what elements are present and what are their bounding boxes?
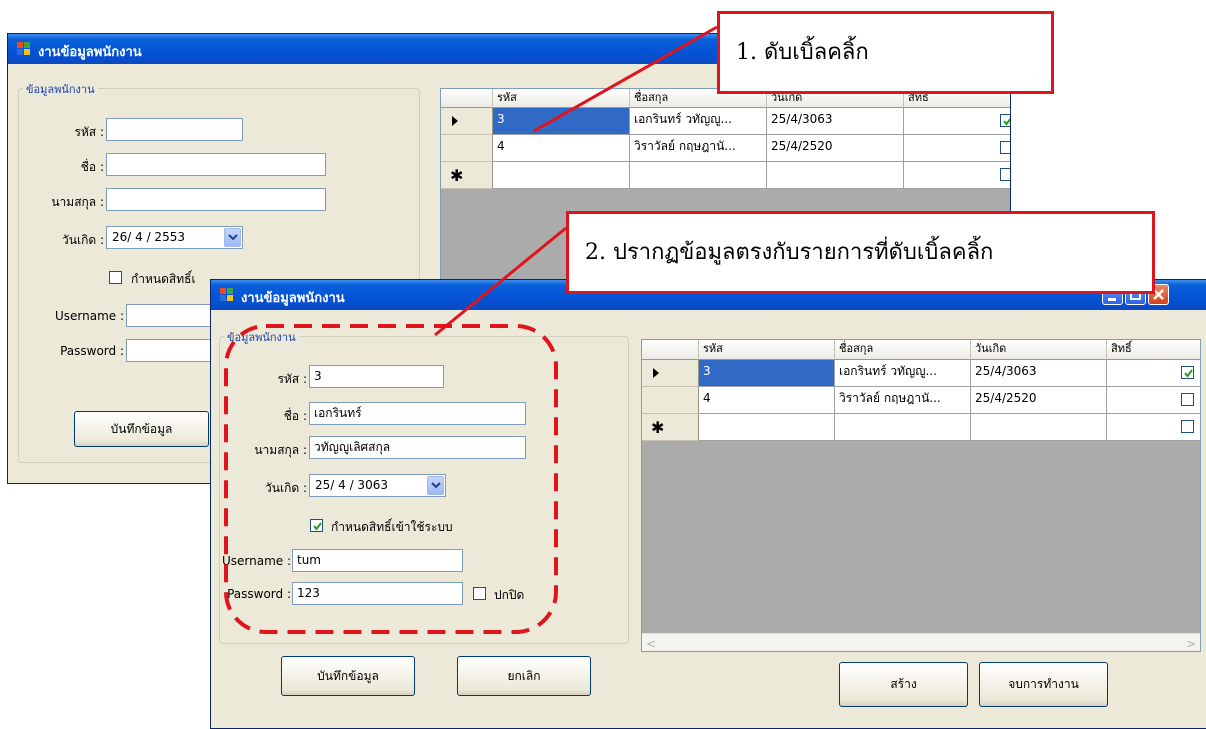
grid-cell-id[interactable]: 4	[493, 135, 630, 162]
grid-cell-right[interactable]	[1107, 360, 1200, 387]
grid-cell-name[interactable]: วิราวัลย์ กฤษฎานั...	[835, 387, 971, 414]
scroll-left-icon[interactable]: <	[646, 637, 656, 651]
grid-header-id[interactable]: รหัส	[699, 340, 835, 360]
grid-new-cell[interactable]	[767, 162, 904, 189]
window-title: งานข้อมูลพนักงาน	[241, 291, 345, 306]
grid-cell-id[interactable]: 4	[699, 387, 835, 414]
scroll-right-icon[interactable]: >	[1186, 637, 1196, 651]
grid-header-right[interactable]: สิทธิ์	[1107, 340, 1200, 360]
row-header-current[interactable]	[441, 108, 493, 135]
grid-new-cell[interactable]	[493, 162, 630, 189]
birthdate-value: 25/ 4 / 3063	[315, 478, 388, 492]
id-field[interactable]: 3	[309, 365, 444, 388]
grid-new-cell[interactable]	[971, 414, 1107, 441]
birthdate-picker[interactable]: 26/ 4 / 2553	[106, 226, 243, 249]
app-icon	[17, 42, 32, 56]
name-label: ชื่อ :	[283, 409, 307, 423]
grid-header-name[interactable]: ชื่อสกุล	[835, 340, 971, 360]
grid-header-birth[interactable]: วันเกิด	[971, 340, 1107, 360]
hide-password-label: ปกปิด	[494, 588, 525, 602]
callout-2: 2. ปรากฏข้อมูลตรงกับรายการที่ดับเบิ้ลคลิ…	[566, 211, 1155, 294]
hide-password-checkbox[interactable]	[473, 587, 486, 600]
username-field[interactable]	[126, 304, 216, 327]
save-button[interactable]: บันทึกข้อมูล	[281, 656, 415, 696]
grid-new-cell[interactable]	[699, 414, 835, 441]
cancel-button[interactable]: ยกเลิก	[457, 656, 591, 696]
name-field[interactable]	[106, 153, 326, 176]
username-label: Username :	[54, 309, 124, 323]
grid-cell-birth[interactable]: 25/4/3063	[971, 360, 1107, 387]
username-label: Username :	[221, 554, 291, 568]
surname-field[interactable]	[106, 188, 326, 211]
exit-button[interactable]: จบการทำงาน	[979, 662, 1108, 707]
id-field[interactable]	[106, 118, 243, 141]
surname-field[interactable]: วทัญญูเลิศสกุล	[309, 436, 526, 459]
grid-cell-name[interactable]: วิราวัลย์ กฤษฎานั...	[630, 135, 767, 162]
grid-right-checkbox[interactable]	[1181, 366, 1194, 379]
grid-header-id[interactable]: รหัส	[493, 89, 630, 108]
grid-right-checkbox[interactable]	[1000, 141, 1010, 154]
grid-cell-right[interactable]	[904, 135, 1010, 162]
group-title: ข้อมูลพนักงาน	[224, 328, 299, 346]
new-row-asterisk-icon: ✱	[651, 418, 665, 437]
grid-new-cell[interactable]	[1107, 414, 1200, 441]
grid-right-checkbox[interactable]	[1000, 168, 1010, 181]
new-row-header[interactable]: ✱	[642, 414, 699, 441]
grid-cell-birth[interactable]: 25/4/2520	[767, 135, 904, 162]
current-row-arrow-icon	[653, 368, 659, 378]
grid-right-checkbox[interactable]	[1181, 393, 1194, 406]
new-row-header[interactable]: ✱	[441, 162, 493, 189]
birthdate-picker[interactable]: 25/ 4 / 3063	[309, 474, 446, 497]
dropdown-arrow-icon[interactable]	[224, 228, 241, 247]
birthdate-label: วันเกิด :	[62, 233, 104, 247]
id-label: รหัส :	[277, 372, 307, 386]
grid-new-cell[interactable]	[904, 162, 1010, 189]
birthdate-label: วันเกิด :	[265, 481, 307, 495]
id-label: รหัส :	[74, 125, 104, 139]
username-field[interactable]: tum	[292, 549, 463, 572]
grid-cell-id[interactable]: 3	[493, 108, 630, 135]
rights-checkbox-label: กำหนดสิทธิ์เ	[131, 272, 196, 286]
password-field[interactable]: 123	[292, 582, 463, 605]
employee-grid[interactable]: รหัส ชื่อสกุล วันเกิด สิทธิ์ 3 เอกรินทร์…	[641, 339, 1201, 652]
grid-cell-right[interactable]	[904, 108, 1010, 135]
grid-cell-birth[interactable]: 25/4/3063	[767, 108, 904, 135]
callout-1: 1. ดับเบิ้ลคลิ้ก	[717, 11, 1054, 94]
app-icon	[220, 288, 235, 302]
password-label: Password :	[227, 587, 291, 601]
grid-cell-name[interactable]: เอกรินทร์ วทัญญู...	[835, 360, 971, 387]
birthdate-value: 26/ 4 / 2553	[112, 230, 185, 244]
grid-corner-header	[441, 89, 493, 108]
window-title: งานข้อมูลพนักงาน	[38, 45, 142, 60]
grid-right-checkbox[interactable]	[1181, 420, 1194, 433]
grid-corner-header	[642, 340, 699, 360]
name-field[interactable]: เอกรินทร์	[309, 402, 526, 425]
group-title: ข้อมูลพนักงาน	[23, 80, 98, 98]
row-header[interactable]	[441, 135, 493, 162]
password-label: Password :	[60, 344, 124, 358]
row-header-current[interactable]	[642, 360, 699, 387]
rights-checkbox-label: กำหนดสิทธิ์เข้าใช้ระบบ	[331, 520, 453, 534]
grid-new-cell[interactable]	[835, 414, 971, 441]
create-button[interactable]: สร้าง	[839, 662, 968, 707]
current-row-arrow-icon	[452, 116, 458, 126]
grid-cell-right[interactable]	[1107, 387, 1200, 414]
rights-checkbox[interactable]	[310, 519, 323, 532]
grid-right-checkbox[interactable]	[1000, 114, 1010, 127]
new-row-asterisk-icon: ✱	[450, 166, 464, 185]
name-label: ชื่อ :	[80, 160, 104, 174]
surname-label: นามสกุล :	[51, 195, 104, 209]
row-header[interactable]	[642, 387, 699, 414]
save-button[interactable]: บันทึกข้อมูล	[74, 411, 209, 447]
grid-cell-name[interactable]: เอกรินทร์ วทัญญู...	[630, 108, 767, 135]
grid-new-cell[interactable]	[630, 162, 767, 189]
employee-window-front: งานข้อมูลพนักงาน ข้อมูลพนักงาน รหัส : 3 …	[210, 279, 1206, 729]
grid-cell-id[interactable]: 3	[699, 360, 835, 387]
rights-checkbox[interactable]	[109, 271, 122, 284]
grid-cell-birth[interactable]: 25/4/2520	[971, 387, 1107, 414]
surname-label: นามสกุล :	[254, 443, 307, 457]
dropdown-arrow-icon[interactable]	[427, 476, 444, 495]
password-field[interactable]	[126, 339, 216, 362]
horizontal-scrollbar[interactable]: < >	[642, 633, 1200, 651]
